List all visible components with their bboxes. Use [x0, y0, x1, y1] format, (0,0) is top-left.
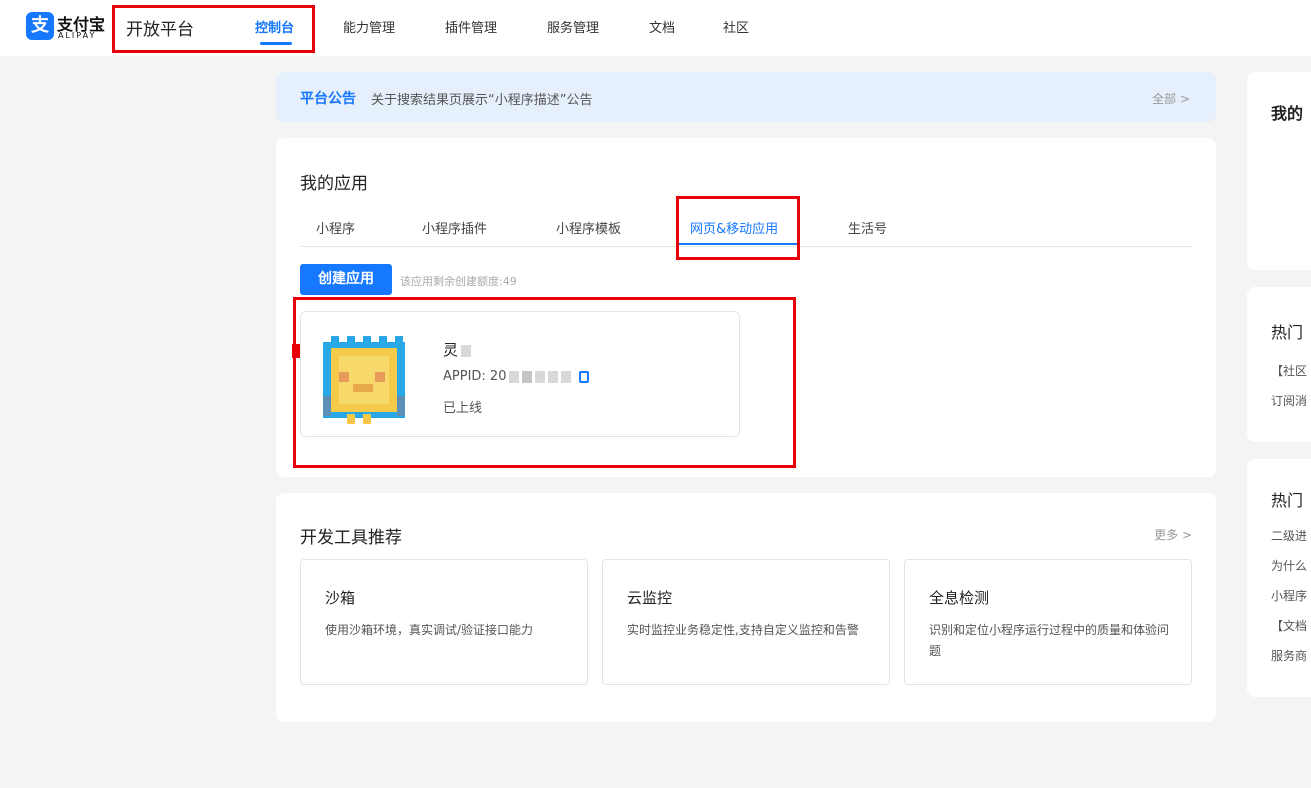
- alipay-logo-icon: 支: [26, 12, 54, 40]
- nav-docs[interactable]: 文档: [649, 17, 675, 36]
- platform-title[interactable]: 开放平台: [126, 15, 194, 40]
- my-apps-card: 我的应用 小程序 小程序插件 小程序模板 网页&移动应用 生活号 创建应用 该应…: [276, 138, 1216, 477]
- nav-service[interactable]: 服务管理: [547, 17, 599, 36]
- nav-active-underline: [260, 42, 292, 45]
- tool-desc: 实时监控业务稳定性,支持自定义监控和告警: [627, 623, 859, 637]
- sidebar-card-title: 热门: [1271, 323, 1304, 342]
- tool-desc: 识别和定位小程序运行过程中的质量和体验问题: [929, 623, 1170, 658]
- tab-miniapp[interactable]: 小程序: [316, 218, 355, 237]
- sidebar-link[interactable]: 小程序: [1271, 587, 1307, 604]
- tool-title: 沙箱: [325, 589, 356, 607]
- app-status: 已上线: [443, 401, 483, 416]
- create-quota-text: 该应用剩余创建额度:49: [400, 275, 517, 288]
- dev-tools-title: 开发工具推荐: [300, 528, 402, 548]
- sidebar-card-mine: 我的: [1247, 72, 1311, 270]
- logo-text-en: ALIPAY: [58, 31, 97, 40]
- nav-console[interactable]: 控制台: [255, 17, 294, 36]
- app-appid: APPID: 20: [443, 369, 590, 384]
- alipay-logo[interactable]: 支 支付宝 ALIPAY: [26, 12, 110, 42]
- app-name: 灵: [443, 339, 472, 360]
- tab-miniapp-template[interactable]: 小程序模板: [556, 218, 621, 237]
- tab-miniapp-plugin[interactable]: 小程序插件: [422, 218, 487, 237]
- nav-plugin[interactable]: 插件管理: [445, 17, 497, 36]
- app-card[interactable]: 灵 APPID: 20 已上线: [300, 311, 740, 437]
- sidebar-card-hot-1: 热门 【社区 订阅消: [1247, 287, 1311, 442]
- tool-sandbox[interactable]: 沙箱 使用沙箱环境，真实调试/验证接口能力: [300, 559, 588, 685]
- highlight-marker: [292, 344, 300, 358]
- my-apps-title: 我的应用: [300, 174, 368, 194]
- tab-life-account[interactable]: 生活号: [848, 218, 887, 237]
- announcement-title: 平台公告: [300, 91, 356, 107]
- sidebar-link[interactable]: 【文档: [1271, 617, 1307, 634]
- dev-tools-card: 开发工具推荐 更多 > 沙箱 使用沙箱环境，真实调试/验证接口能力 云监控 实时…: [276, 493, 1216, 722]
- nav-community[interactable]: 社区: [723, 17, 749, 36]
- tool-cloud-monitor[interactable]: 云监控 实时监控业务稳定性,支持自定义监控和告警: [602, 559, 890, 685]
- sidebar-card-title: 热门: [1271, 491, 1304, 510]
- sidebar-link[interactable]: 订阅消: [1271, 392, 1307, 409]
- tab-active-underline: [678, 243, 798, 245]
- tool-title: 云监控: [627, 589, 673, 607]
- sidebar-link[interactable]: 服务商: [1271, 647, 1307, 664]
- tool-desc: 使用沙箱环境，真实调试/验证接口能力: [325, 623, 534, 637]
- tab-web-mobile-app[interactable]: 网页&移动应用: [690, 218, 778, 237]
- dev-tools-more-link[interactable]: 更多 >: [1154, 526, 1192, 543]
- sidebar-link[interactable]: 【社区: [1271, 362, 1307, 379]
- announcement-text[interactable]: 关于搜索结果页展示“小程序描述”公告: [371, 89, 592, 108]
- tool-title: 全息检测: [929, 589, 990, 607]
- tool-holographic-detection[interactable]: 全息检测 识别和定位小程序运行过程中的质量和体验问题: [904, 559, 1192, 685]
- announcement-bar[interactable]: 平台公告 关于搜索结果页展示“小程序描述”公告 全部 >: [276, 72, 1216, 122]
- sidebar-link[interactable]: 为什么: [1271, 557, 1307, 574]
- sidebar-card-hot-2: 热门 二级进 为什么 小程序 【文档 服务商: [1247, 459, 1311, 697]
- nav-capability[interactable]: 能力管理: [343, 17, 395, 36]
- announcement-all-link[interactable]: 全部 >: [1152, 90, 1190, 107]
- sidebar-card-title: 我的: [1271, 104, 1304, 123]
- app-icon: [323, 336, 405, 424]
- tab-divider: [300, 246, 1192, 247]
- copy-icon[interactable]: [579, 370, 590, 383]
- top-header: 支 支付宝 ALIPAY 开放平台 控制台 能力管理 插件管理 服务管理 文档 …: [0, 0, 1311, 56]
- sidebar-link[interactable]: 二级进: [1271, 527, 1307, 544]
- create-app-button[interactable]: 创建应用: [300, 264, 392, 295]
